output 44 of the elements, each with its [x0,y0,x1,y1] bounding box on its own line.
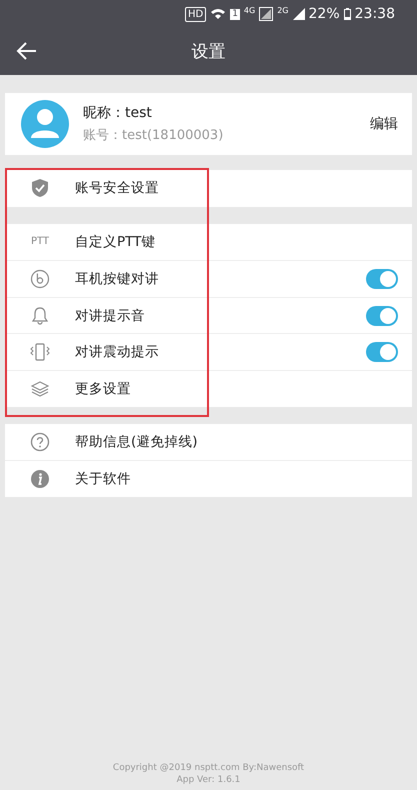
sim-badge: 1 [230,8,240,20]
item-label: 对讲提示音 [75,306,146,325]
vibrate-icon [29,342,51,362]
settings-item[interactable]: 对讲震动提示 [5,333,412,370]
page-title: 设置 [192,41,226,63]
item-label: 关于软件 [75,470,132,488]
settings-item[interactable]: 更多设置 [5,370,412,407]
account-number: 账号：test(18100003) [83,127,224,144]
headphone-button-icon [30,268,50,289]
info-icon [30,468,50,489]
item-label: 账号安全设置 [75,179,160,198]
network-label: 2G [277,6,289,15]
version-text: App Ver: 1.6.1 [176,774,240,786]
layers-icon [30,378,50,399]
bell-icon [30,306,50,326]
hd-badge: HD [184,6,206,22]
nickname: 昵称：test [83,104,153,122]
toggle-switch[interactable] [366,342,398,362]
battery-icon [344,8,351,20]
settings-item[interactable]: 关于软件 [5,460,412,497]
signal-icon [259,7,274,21]
item-label: 对讲震动提示 [75,343,160,362]
clock: 23:38 [354,6,395,22]
item-label: 更多设置 [75,380,132,398]
edit-button[interactable]: 编辑 [370,115,398,133]
avatar [21,100,69,148]
copyright-text: Copyright @2019 nsptt.com By:Nawensoft [112,762,304,774]
wifi-icon [210,8,226,20]
settings-item[interactable]: PTT 自定义PTT键 [5,224,412,260]
item-label: 自定义PTT键 [75,232,156,251]
toggle-switch[interactable] [366,306,398,326]
settings-item[interactable]: 帮助信息(避免掉线) [5,424,412,460]
item-label: 耳机按键对讲 [75,270,160,288]
battery-percent: 22% [308,6,340,22]
signal-icon [292,8,305,20]
network-label: 4G [244,6,256,15]
ptt-icon: PTT [30,236,50,248]
item-label: 帮助信息(避免掉线) [75,432,199,451]
toggle-switch[interactable] [366,268,398,289]
settings-item[interactable]: 对讲提示音 [5,296,412,334]
settings-item[interactable]: 耳机按键对讲 [5,260,412,297]
help-icon [30,432,50,452]
settings-item[interactable]: 账号安全设置 [5,170,412,207]
shield-icon [31,178,49,198]
